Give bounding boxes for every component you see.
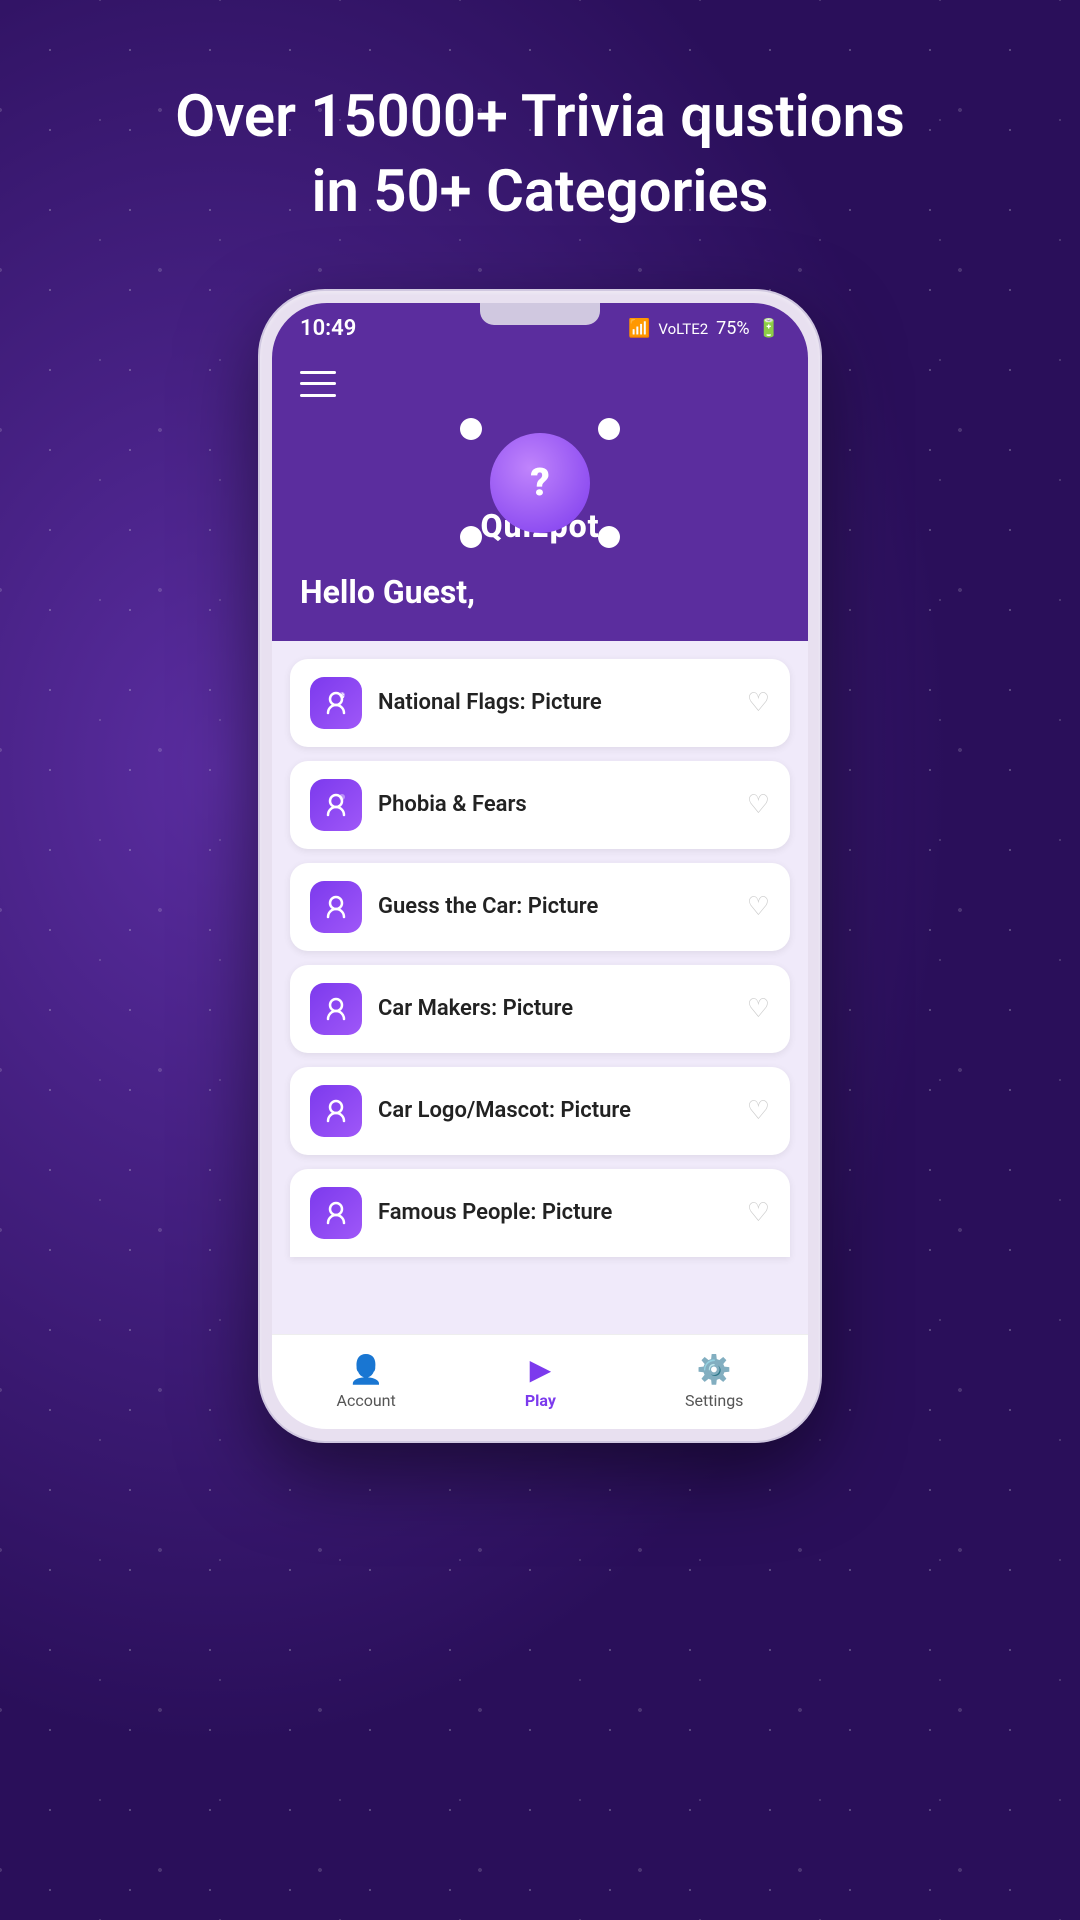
status-time: 10:49 xyxy=(300,316,356,341)
nav-account-label: Account xyxy=(337,1391,396,1410)
list-item[interactable]: Guess the Car: Picture ♡ xyxy=(290,863,790,951)
logo-container: ? Quizpot xyxy=(440,413,640,553)
status-icons: 📶 VoLTE2 75% 🔋 xyxy=(628,318,780,339)
headline: Over 15000+ Trivia qustions in 50+ Categ… xyxy=(115,80,965,231)
account-icon: 👤 xyxy=(349,1353,384,1386)
list-item[interactable]: $ National Flags: Picture ♡ xyxy=(290,659,790,747)
logo-symbol: ? xyxy=(530,461,549,505)
phone-screen: 10:49 📶 VoLTE2 75% 🔋 ? xyxy=(272,303,808,1429)
signal-icon: VoLTE2 xyxy=(658,320,708,338)
category-icon xyxy=(310,1085,362,1137)
category-name: National Flags: Picture xyxy=(378,690,602,715)
phone-notch xyxy=(480,303,600,325)
favorite-button[interactable]: ♡ xyxy=(747,1096,770,1126)
battery-icon: 🔋 xyxy=(758,318,780,339)
category-icon xyxy=(310,983,362,1035)
list-item[interactable]: Phobia & Fears ♡ xyxy=(290,761,790,849)
nav-settings[interactable]: ⚙️ Settings xyxy=(685,1353,743,1410)
list-item[interactable]: Car Logo/Mascot: Picture ♡ xyxy=(290,1067,790,1155)
logo-area: ? Quizpot xyxy=(300,413,780,553)
svg-text:$: $ xyxy=(341,693,345,700)
paw-br xyxy=(598,526,620,548)
favorite-button[interactable]: ♡ xyxy=(747,1198,770,1228)
nav-account[interactable]: 👤 Account xyxy=(337,1353,396,1410)
category-name: Famous People: Picture xyxy=(378,1200,612,1225)
category-list: $ National Flags: Picture ♡ xyxy=(272,641,808,1334)
category-icon xyxy=(310,779,362,831)
settings-icon: ⚙️ xyxy=(697,1353,732,1386)
category-icon xyxy=(310,881,362,933)
favorite-button[interactable]: ♡ xyxy=(747,994,770,1024)
favorite-button[interactable]: ♡ xyxy=(747,892,770,922)
menu-button[interactable] xyxy=(300,371,336,397)
category-name: Car Makers: Picture xyxy=(378,996,573,1021)
nav-play-label: Play xyxy=(525,1391,556,1410)
paw-tr xyxy=(598,418,620,440)
wifi-icon: 📶 xyxy=(628,318,650,339)
nav-play[interactable]: ▶ Play xyxy=(525,1353,556,1410)
app-header: ? Quizpot Hello Guest, xyxy=(272,355,808,641)
paw-bl xyxy=(460,526,482,548)
category-icon: $ xyxy=(310,677,362,729)
list-item[interactable]: Car Makers: Picture ♡ xyxy=(290,965,790,1053)
nav-settings-label: Settings xyxy=(685,1391,743,1410)
greeting-text: Hello Guest, xyxy=(300,573,780,611)
favorite-button[interactable]: ♡ xyxy=(747,688,770,718)
category-name: Phobia & Fears xyxy=(378,792,527,817)
paw-tl xyxy=(460,418,482,440)
category-name: Car Logo/Mascot: Picture xyxy=(378,1098,631,1123)
category-name: Guess the Car: Picture xyxy=(378,894,598,919)
list-item[interactable]: Famous People: Picture ♡ Join Game xyxy=(290,1169,790,1257)
logo-circle: ? xyxy=(490,433,590,533)
battery-text: 75% xyxy=(716,318,749,339)
bottom-nav: 👤 Account ▶ Play ⚙️ Settings xyxy=(272,1334,808,1429)
category-icon xyxy=(310,1187,362,1239)
phone-frame: 10:49 📶 VoLTE2 75% 🔋 ? xyxy=(260,291,820,1441)
favorite-button[interactable]: ♡ xyxy=(747,790,770,820)
play-icon: ▶ xyxy=(530,1353,552,1386)
